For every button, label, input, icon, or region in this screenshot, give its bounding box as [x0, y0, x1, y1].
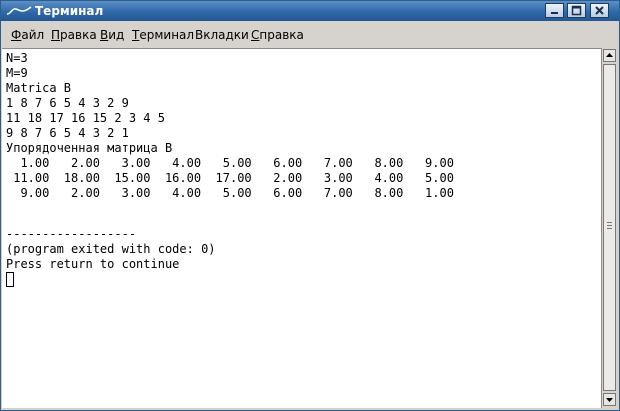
menu-edit[interactable]: Правка [51, 28, 97, 42]
menu-tabs[interactable]: Вкладки [195, 28, 249, 42]
terminal-window: Терминал Файл Правка Вид Терминал Вкладк… [0, 0, 620, 411]
menu-terminal[interactable]: Терминал [132, 28, 194, 42]
terminal-icon [6, 3, 32, 19]
title-bar[interactable]: Терминал [1, 1, 619, 21]
terminal-separator: ------------------ [6, 227, 137, 241]
terminal-line: Press return to continue [6, 257, 180, 271]
window-bottom-border [1, 408, 619, 410]
scroll-up-button[interactable] [603, 49, 616, 62]
terminal-output[interactable]: N=3 M=9 Matrica B 1 8 7 6 5 4 3 2 9 11 1… [2, 48, 601, 408]
thumb-grip-line [607, 225, 612, 226]
menu-help[interactable]: Справка [251, 28, 304, 42]
terminal-cursor [6, 272, 14, 287]
terminal-line: 11.00 18.00 15.00 16.00 17.00 2.00 3.00 … [6, 171, 454, 185]
terminal-line: Упорядоченная матрица B [6, 141, 173, 155]
scrollbar-thumb[interactable] [603, 64, 616, 391]
window-title: Терминал [35, 4, 104, 18]
thumb-grip-line [607, 222, 612, 223]
menu-bar: Файл Правка Вид Терминал Вкладки Справка [1, 21, 619, 48]
terminal-line: 9 8 7 6 5 4 3 2 1 [6, 126, 129, 140]
scroll-down-button[interactable] [603, 393, 616, 406]
terminal-line: Matrica B [6, 81, 72, 95]
terminal-line: 9.00 2.00 3.00 4.00 5.00 6.00 7.00 8.00 … [6, 186, 454, 200]
terminal-line: 1 8 7 6 5 4 3 2 9 [6, 96, 129, 110]
terminal-line: (program exited with code: 0) [6, 242, 216, 256]
thumb-grip-line [607, 228, 612, 229]
menu-view[interactable]: Вид [100, 28, 124, 42]
maximize-button[interactable] [567, 3, 586, 18]
terminal-line: 1.00 2.00 3.00 4.00 5.00 6.00 7.00 8.00 … [6, 156, 454, 170]
terminal-line: M=9 [6, 66, 28, 80]
menu-file[interactable]: Файл [11, 28, 44, 42]
vertical-scrollbar[interactable] [601, 48, 618, 408]
close-button[interactable] [590, 3, 609, 18]
terminal-line: N=3 [6, 51, 28, 65]
minimize-button[interactable] [545, 3, 564, 18]
terminal-line: 11 18 17 16 15 2 3 4 5 [6, 111, 165, 125]
